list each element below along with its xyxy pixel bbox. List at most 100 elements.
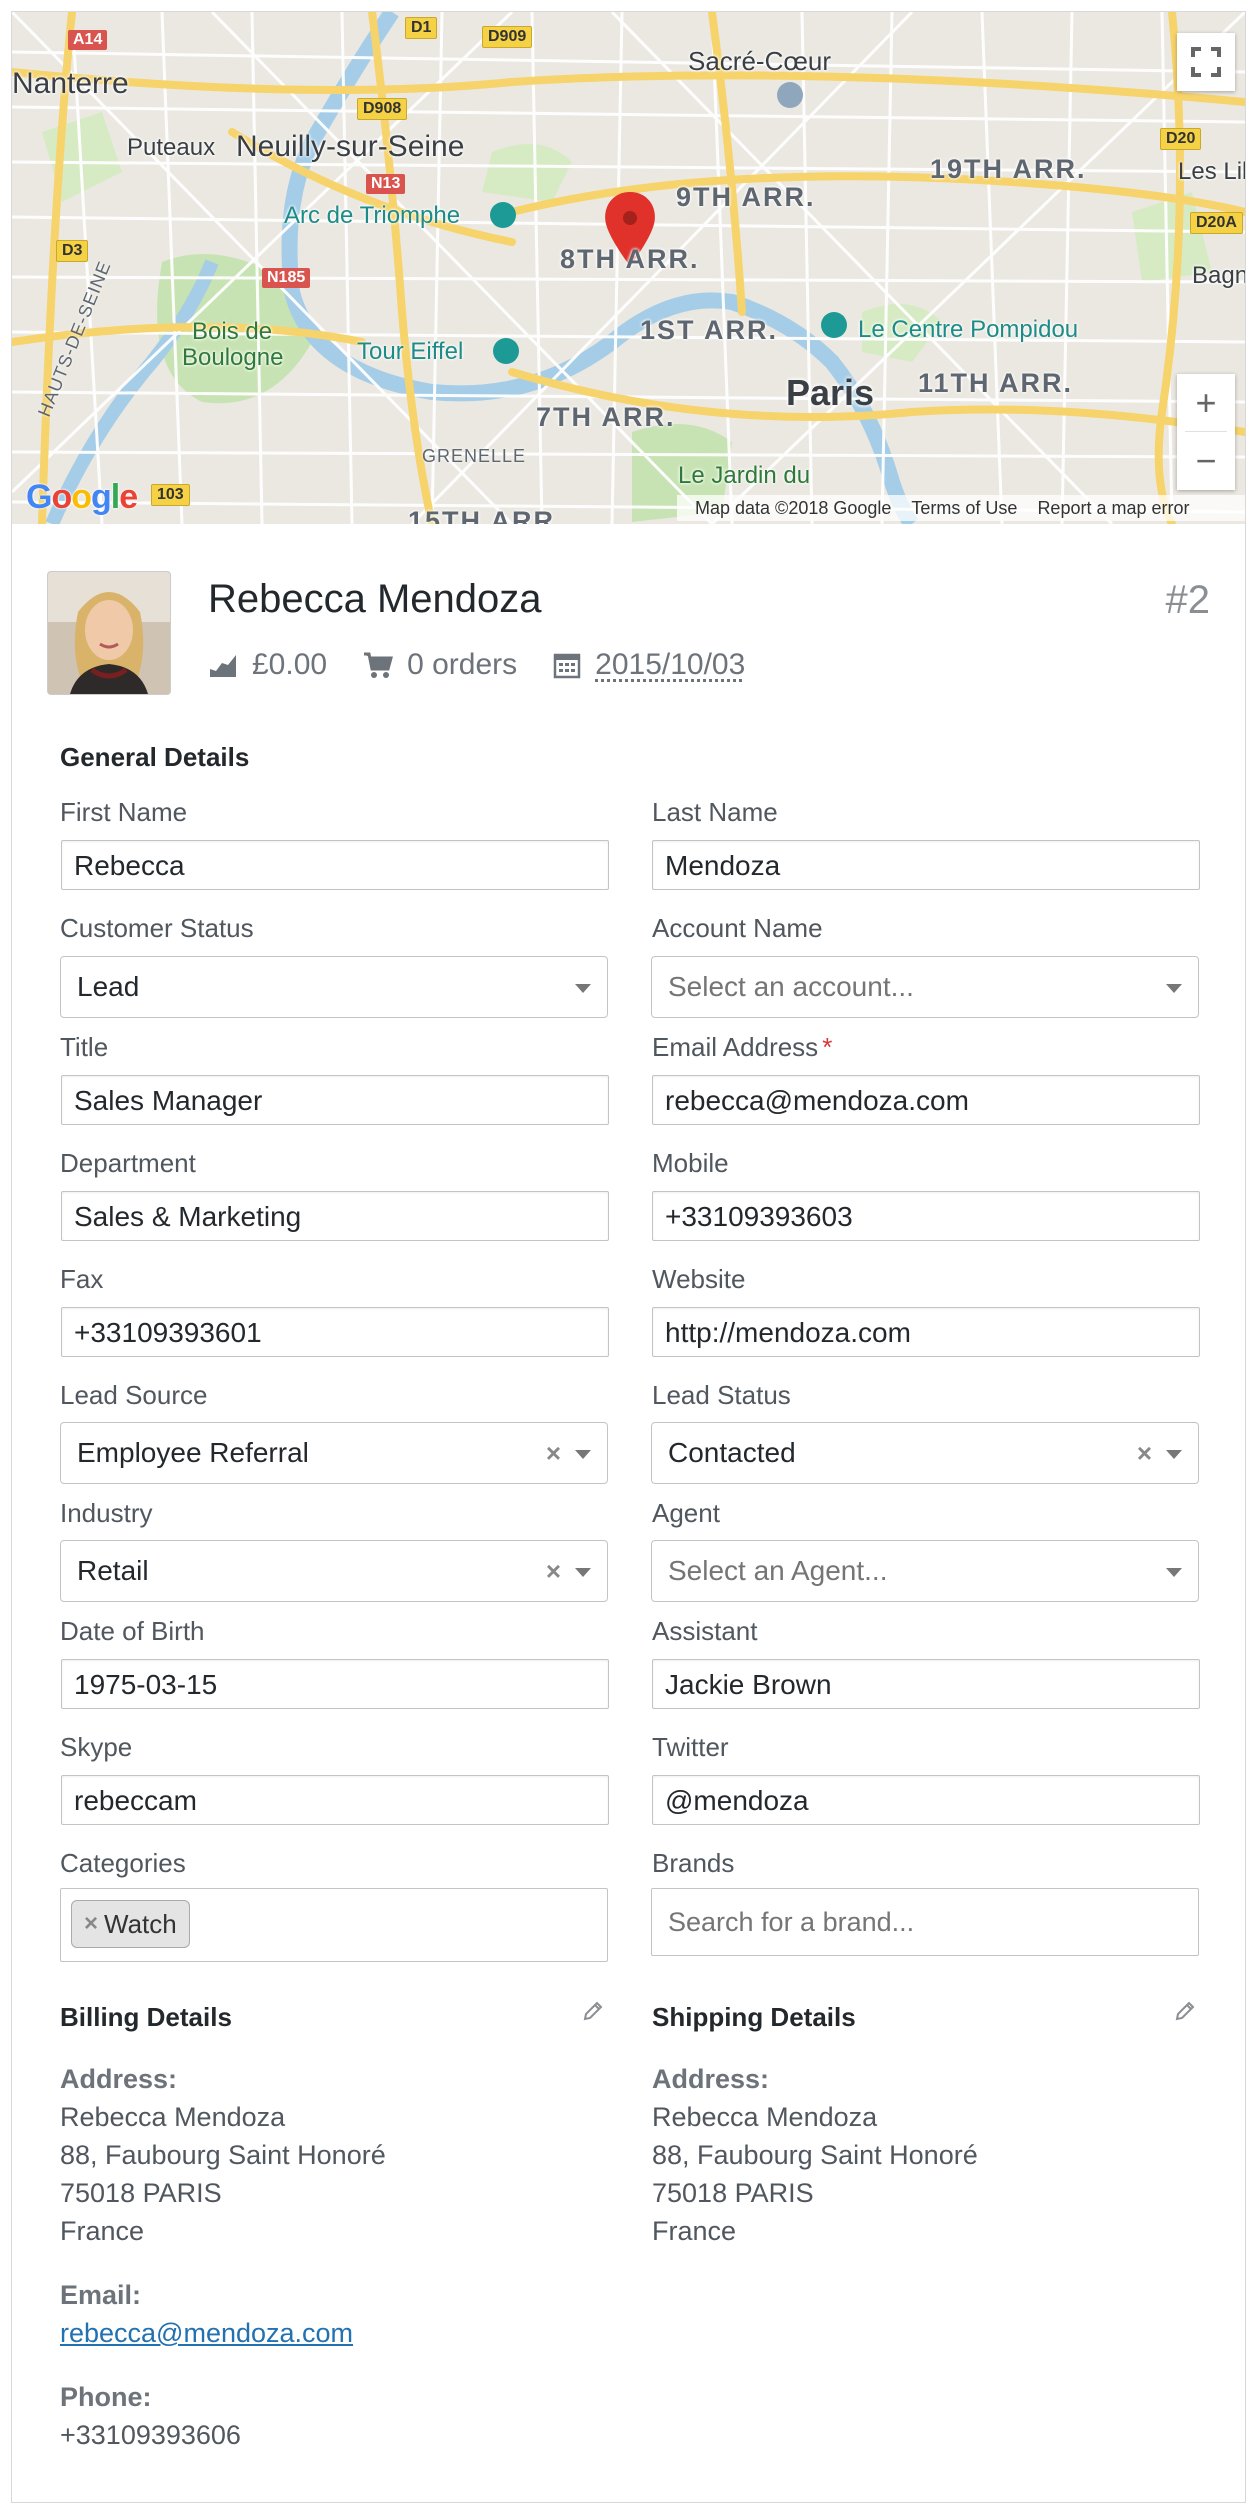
map[interactable]: A14 D1 D909 D908 N13 D3 N185 D20 D20A 10…: [12, 12, 1245, 524]
website-input[interactable]: http://mendoza.com: [652, 1307, 1200, 1357]
zoom-out-button[interactable]: −: [1177, 432, 1235, 489]
assistant-label: Assistant: [652, 1616, 758, 1646]
billing-address-line: France: [60, 2216, 145, 2246]
terms-link[interactable]: Terms of Use: [911, 498, 1017, 519]
account-name-label: Account Name: [652, 913, 823, 943]
department-input[interactable]: Sales & Marketing: [61, 1191, 609, 1241]
customer-status-select[interactable]: Lead: [60, 956, 608, 1018]
brands-label: Brands: [652, 1848, 735, 1878]
total-spent-value: £0.00: [252, 648, 328, 681]
billing-address-label: Address:: [60, 2064, 178, 2094]
arrondissement-label: 11TH ARR.: [918, 368, 1074, 398]
road-badge: D909: [482, 26, 533, 48]
assistant-input[interactable]: Jackie Brown: [652, 1659, 1200, 1709]
customer-date: 2015/10/03: [595, 648, 746, 681]
categories-multiselect[interactable]: × Watch: [60, 1888, 608, 1962]
arrondissement-label: 19TH ARR.: [930, 154, 1087, 184]
shipping-edit-icon[interactable]: [1174, 2000, 1196, 2022]
zoom-in-button[interactable]: +: [1177, 374, 1235, 431]
total-spent: £0.00: [208, 648, 327, 682]
customer-name: Rebecca Mendoza: [208, 577, 542, 621]
shipping-address-line: Rebecca Mendoza: [652, 2102, 878, 2132]
chevron-down-icon: [1166, 984, 1182, 993]
poi-icon: [493, 338, 519, 364]
place-label: GRENELLE: [422, 446, 527, 466]
chevron-down-icon: [1166, 1568, 1182, 1577]
report-error-link[interactable]: Report a map error: [1037, 498, 1189, 519]
road-badge: D1: [405, 17, 438, 39]
billing-email-label: Email:: [60, 2280, 142, 2310]
industry-select[interactable]: Retail ×: [60, 1540, 608, 1602]
poi-label: Le Centre Pompidou: [858, 316, 1079, 343]
place-label: Les Lil: [1178, 158, 1245, 185]
email-input[interactable]: rebecca@mendoza.com: [652, 1075, 1200, 1125]
road-badge: D20A: [1190, 212, 1243, 234]
clear-icon[interactable]: ×: [546, 1541, 561, 1601]
fullscreen-icon: [1191, 47, 1221, 77]
road-badge: A14: [68, 30, 108, 50]
remove-tag-icon[interactable]: ×: [84, 1901, 98, 1947]
fax-label: Fax: [60, 1264, 104, 1294]
billing-phone-label: Phone:: [60, 2382, 152, 2412]
mobile-label: Mobile: [652, 1148, 729, 1178]
first-name-input[interactable]: Rebecca: [61, 840, 609, 890]
customer-since: 2015/10/03: [553, 648, 745, 682]
google-logo[interactable]: Google: [26, 478, 138, 517]
customer-status-value: Lead: [77, 971, 140, 1002]
first-name-label: First Name: [60, 797, 188, 827]
calendar-icon: [553, 653, 581, 679]
general-details-title: General Details: [60, 742, 250, 772]
industry-label: Industry: [60, 1498, 153, 1528]
road-badge: D908: [357, 98, 408, 120]
last-name-label: Last Name: [652, 797, 778, 827]
department-label: Department: [60, 1148, 196, 1178]
last-name-input[interactable]: Mendoza: [652, 840, 1200, 890]
park-label: Bois de: [192, 318, 273, 345]
brands-search[interactable]: Search for a brand...: [651, 1888, 1199, 1956]
category-tag[interactable]: × Watch: [71, 1900, 190, 1948]
poi-icon: [490, 202, 516, 228]
title-input[interactable]: Sales Manager: [61, 1075, 609, 1125]
lead-status-value: Contacted: [668, 1437, 796, 1468]
lead-source-select[interactable]: Employee Referral ×: [60, 1422, 608, 1484]
clear-icon[interactable]: ×: [1137, 1423, 1152, 1483]
agent-select[interactable]: Select an Agent...: [651, 1540, 1199, 1602]
zoom-control: + −: [1177, 374, 1235, 490]
shipping-address-label: Address:: [652, 2064, 770, 2094]
customer-status-label: Customer Status: [60, 913, 254, 943]
email-label: Email Address *: [652, 1032, 833, 1062]
fullscreen-button[interactable]: [1177, 33, 1235, 91]
billing-details-title: Billing Details: [60, 2002, 232, 2032]
map-data-attribution: Map data ©2018 Google: [695, 497, 892, 518]
park-label: Boulogne: [182, 344, 284, 371]
billing-email-link[interactable]: rebecca@mendoza.com: [60, 2318, 353, 2349]
dob-input[interactable]: 1975-03-15: [61, 1659, 609, 1709]
twitter-input[interactable]: @mendoza: [652, 1775, 1200, 1825]
lead-source-value: Employee Referral: [77, 1437, 309, 1468]
twitter-label: Twitter: [652, 1732, 729, 1762]
lead-status-select[interactable]: Contacted ×: [651, 1422, 1199, 1484]
arrondissement-label: 1ST ARR.: [640, 315, 779, 345]
billing-edit-icon[interactable]: [582, 2000, 604, 2022]
skype-input[interactable]: rebeccam: [61, 1775, 609, 1825]
account-name-select[interactable]: Select an account...: [651, 956, 1199, 1018]
billing-address-line: 75018 PARIS: [60, 2178, 222, 2208]
fax-input[interactable]: +33109393601: [61, 1307, 609, 1357]
required-marker: *: [822, 1032, 833, 1062]
clear-icon[interactable]: ×: [546, 1423, 561, 1483]
poi-label: Tour Eiffel: [357, 338, 464, 365]
road-badge: N185: [262, 268, 311, 288]
account-name-placeholder: Select an account...: [668, 971, 914, 1002]
dob-label: Date of Birth: [60, 1616, 205, 1646]
road-badge: 103: [151, 484, 190, 506]
mobile-input[interactable]: +33109393603: [652, 1191, 1200, 1241]
arrondissement-label: 8TH ARR.: [560, 244, 700, 274]
customer-number: #2: [1165, 578, 1211, 622]
place-label: Nanterre: [12, 67, 129, 100]
map-footer: Map data ©2018 Google Terms of Use Repor…: [677, 495, 1245, 521]
avatar-image: [48, 572, 170, 694]
road-badge: D3: [56, 240, 89, 262]
road-badge: N13: [366, 174, 406, 194]
chevron-down-icon: [575, 1568, 591, 1577]
billing-address-line: Rebecca Mendoza: [60, 2102, 286, 2132]
